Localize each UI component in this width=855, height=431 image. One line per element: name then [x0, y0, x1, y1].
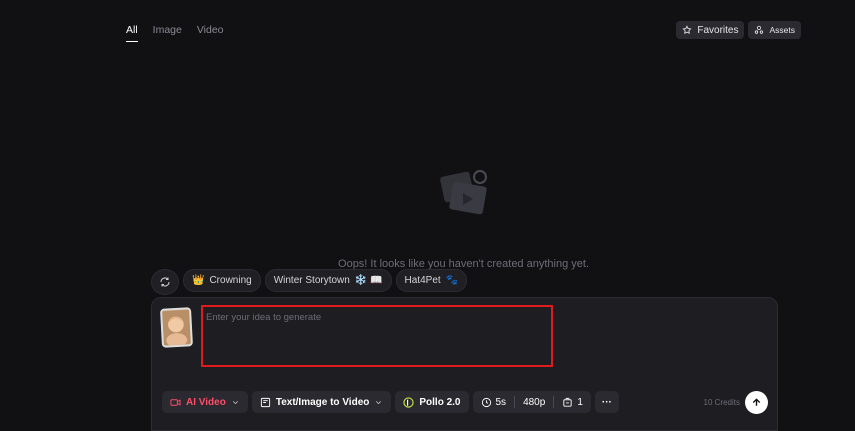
- duration-setting[interactable]: 5s: [473, 391, 515, 413]
- mode-dropdown[interactable]: AI Video: [162, 391, 248, 413]
- generation-toolbar: AI Video Text/Image to Video Pollo 2.0 5…: [162, 391, 619, 413]
- star-icon: [682, 25, 692, 35]
- text-image-icon: [260, 397, 270, 407]
- arrow-up-icon: [752, 398, 761, 406]
- resolution-value: 480p: [523, 396, 546, 408]
- suggestion-chip-crowning[interactable]: 👑 Crowning: [183, 269, 261, 292]
- prompt-input[interactable]: [201, 305, 553, 367]
- chevron-down-icon: [232, 400, 238, 404]
- output-count-setting[interactable]: 1: [554, 391, 591, 413]
- prompt-panel: AI Video Text/Image to Video Pollo 2.0 5…: [151, 297, 778, 431]
- assets-icon: [755, 25, 764, 34]
- crown-icon: 👑: [192, 275, 205, 286]
- suggestion-chip-hat4pet[interactable]: Hat4Pet 🐾: [395, 269, 468, 292]
- tab-image[interactable]: Image: [153, 24, 182, 42]
- empty-state-illustration: [440, 170, 487, 215]
- mode-label: AI Video: [186, 396, 226, 408]
- credits-label: 10 Credits: [703, 398, 740, 407]
- tab-all[interactable]: All: [126, 24, 138, 42]
- output-count-value: 1: [577, 396, 583, 408]
- paw-icon: 🐾: [445, 275, 459, 286]
- reference-image-thumbnail[interactable]: [160, 307, 193, 348]
- model-label: Pollo 2.0: [419, 396, 461, 408]
- favorites-label: Favorites: [697, 24, 739, 36]
- video-settings[interactable]: 5s 480p 1: [472, 391, 591, 413]
- duration-value: 5s: [495, 396, 507, 408]
- suggestion-label: Hat4Pet: [404, 275, 441, 286]
- suggestion-chips: 👑 Crowning Winter Storytown ❄️ 📖 Hat4Pet…: [151, 269, 468, 295]
- suggestion-chip-winter-storytown[interactable]: Winter Storytown ❄️ 📖: [264, 269, 392, 292]
- favorites-button[interactable]: Favorites: [676, 21, 745, 39]
- assets-label: Assets: [769, 25, 795, 35]
- snowflake-book-icon: ❄️ 📖: [354, 275, 383, 286]
- ai-video-icon: [170, 398, 181, 406]
- model-selector[interactable]: Pollo 2.0: [395, 391, 469, 413]
- resolution-setting[interactable]: 480p: [515, 391, 553, 413]
- tab-bar: All Image Video: [126, 24, 224, 42]
- tab-video[interactable]: Video: [197, 24, 224, 42]
- more-options-button[interactable]: ···: [594, 391, 619, 413]
- generate-button[interactable]: [745, 391, 768, 414]
- generation-type-dropdown[interactable]: Text/Image to Video: [251, 391, 392, 413]
- chevron-down-icon: [376, 400, 382, 404]
- suggestion-label: Winter Storytown: [273, 275, 350, 286]
- child-photo: [162, 309, 191, 348]
- more-icon: ···: [601, 396, 612, 408]
- outputs-icon: [563, 397, 572, 407]
- suggestion-label: Crowning: [209, 275, 252, 286]
- clock-icon: [481, 397, 491, 407]
- refresh-icon: [160, 277, 170, 287]
- pollo-logo-icon: [403, 396, 415, 408]
- refresh-suggestions-button[interactable]: [151, 269, 179, 295]
- generation-type-label: Text/Image to Video: [275, 396, 370, 408]
- header-actions: Favorites Assets: [676, 21, 801, 39]
- assets-button[interactable]: Assets: [748, 21, 801, 39]
